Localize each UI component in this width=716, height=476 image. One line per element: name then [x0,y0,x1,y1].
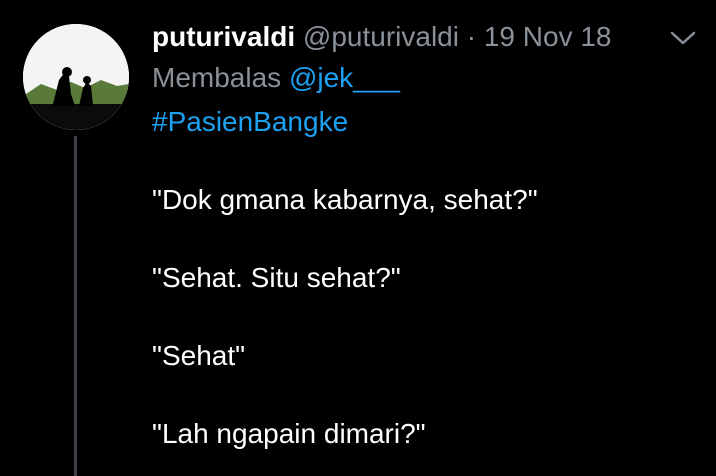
display-name[interactable]: puturivaldi [152,21,295,52]
tweet-text-line: "Sehat. Situ sehat?" [152,262,401,293]
tweet-date[interactable]: 19 Nov 18 [484,21,612,52]
tweet-hashtag-row: #PasienBangke [152,100,672,144]
tweet-content: puturivaldi @puturivaldi · 19 Nov 18 Mem… [152,18,696,144]
hashtag-link[interactable]: #PasienBangke [152,106,348,137]
chevron-down-icon[interactable] [668,28,698,48]
thread-line [74,136,77,476]
tweet-text-line: "Sehat" [152,340,246,371]
reply-prefix: Membalas [152,62,282,93]
tweet-text-line: "Dok gmana kabarnya, sehat?" [152,184,538,215]
avatar-photo [23,24,129,130]
tweet-header: puturivaldi @puturivaldi · 19 Nov 18 [152,18,672,56]
separator-dot: · [466,21,477,52]
reply-mention-link[interactable]: @jek___ [289,62,400,93]
tweet: puturivaldi @puturivaldi · 19 Nov 18 Mem… [0,0,716,476]
user-handle[interactable]: @puturivaldi [303,21,459,52]
tweet-text-line: "Lah ngapain dimari?" [152,418,426,449]
reply-context: Membalas @jek___ [152,56,672,100]
avatar[interactable] [23,24,129,130]
